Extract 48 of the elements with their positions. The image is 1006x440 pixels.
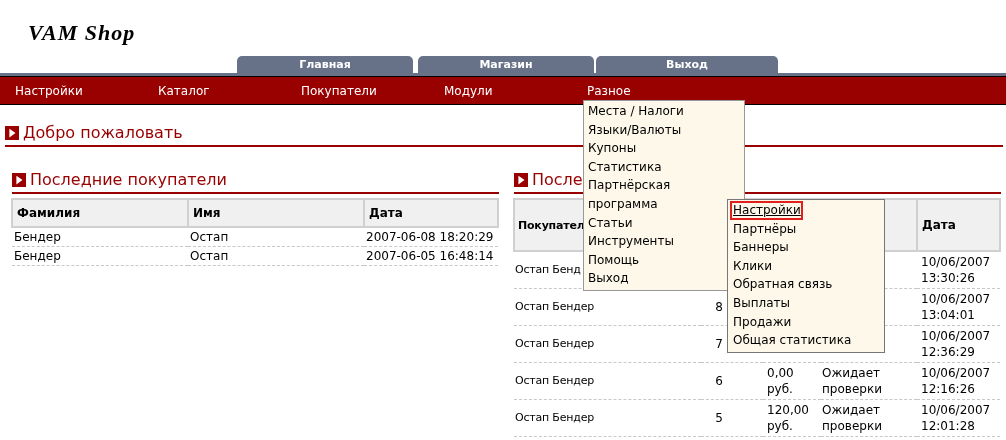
table-cell: 6 (701, 362, 763, 400)
table-cell: 10/06/2007 13:04:01 (917, 288, 1000, 326)
submenu-item[interactable]: Настройки (730, 201, 803, 220)
table-cell: 2007-06-08 18:20:29 (364, 227, 498, 247)
table-cell: Остап Бендер (514, 362, 701, 400)
menu-item[interactable]: Настройки (15, 77, 158, 104)
dropdown-item[interactable]: Купоны (588, 139, 637, 158)
table-cell: Остап Бендер (514, 399, 701, 437)
menu-item[interactable]: Каталог (158, 77, 301, 104)
table-cell: 120,00 руб. (763, 399, 821, 437)
dropdown-item[interactable]: Выход (588, 269, 629, 288)
menu-item[interactable]: Модули (444, 77, 587, 104)
table-cell: Остап (188, 246, 364, 266)
table-cell: 0,00 руб. (763, 362, 821, 400)
table-cell: Бендер (12, 246, 188, 266)
dropdown-item[interactable]: Статистика (588, 157, 662, 177)
table-cell: 2007-06-05 16:48:14 (364, 246, 498, 266)
table-cell: Ожидает проверки (821, 362, 917, 400)
column-header: Фамилия (12, 199, 188, 227)
table-cell: Бендер (12, 227, 188, 247)
column-header: Дата (364, 199, 498, 227)
section-title: Последние покупатели (30, 170, 227, 190)
submenu-item[interactable]: Клики (730, 256, 773, 276)
dropdown-item[interactable]: Места / Налоги (588, 102, 684, 121)
dropdown-item[interactable]: Инструменты (588, 232, 674, 251)
table-cell: Ожидает проверки (821, 399, 917, 437)
table-cell: Остап Бендер (514, 325, 701, 363)
menu-item[interactable]: Разное (587, 77, 730, 104)
table-cell: 5 (701, 399, 763, 437)
section-title: После (532, 170, 583, 190)
table-cell: 10/06/2007 12:16:26 (917, 362, 1000, 400)
table-cell: 10/06/2007 12:36:29 (917, 325, 1000, 363)
table-cell: 10/06/2007 13:30:26 (917, 251, 1000, 289)
table-cell: 10/06/2007 12:01:28 (917, 399, 1000, 437)
dropdown-item[interactable]: Помощь (588, 250, 640, 270)
nav-tab[interactable]: Выход (596, 56, 778, 73)
dropdown-item[interactable]: Статьи (588, 213, 633, 233)
shop-logo: VAM Shop (28, 20, 136, 46)
nav-tab[interactable]: Магазин (418, 56, 594, 73)
dropdown-item[interactable]: Языки/Валюты (588, 120, 682, 140)
submenu-item[interactable]: Баннеры (730, 238, 789, 257)
section-title: Добро пожаловать (23, 123, 183, 143)
column-header: Имя (188, 199, 364, 227)
table-cell: Остап (188, 227, 364, 247)
menu-item[interactable]: Покупатели (301, 77, 444, 104)
column-header: Дата (917, 199, 1000, 251)
nav-tab[interactable]: Главная (237, 56, 413, 73)
submenu-item[interactable]: Партнёры (730, 219, 797, 239)
